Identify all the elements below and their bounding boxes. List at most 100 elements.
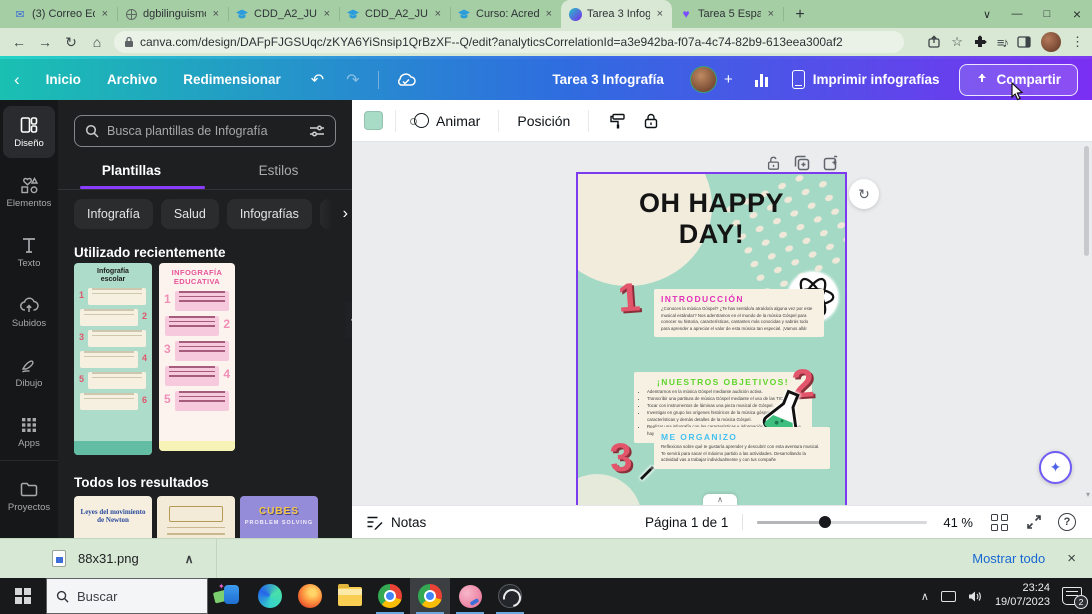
tabstrip-chevron-icon[interactable]: ∨ (972, 0, 1002, 28)
tab-correo[interactable]: ✉ (3) Correo Educa × (6, 0, 118, 28)
tab-plantillas[interactable]: Plantillas (58, 158, 205, 188)
window-restore-button[interactable]: □ (1032, 0, 1062, 28)
bookmark-star-icon[interactable]: ☆ (951, 34, 963, 50)
url-field[interactable]: canva.com/design/DAFpFJGSUqc/zKYA6YiSnsi… (114, 31, 904, 53)
reload-icon[interactable]: ↻ (58, 34, 84, 51)
download-options-icon[interactable]: ∧ (185, 552, 194, 566)
canvas-scrollbar[interactable] (1084, 146, 1089, 256)
sidebar-item-diseno[interactable]: Diseño (3, 106, 55, 158)
new-tab-button[interactable]: + (787, 2, 813, 28)
add-comment-button[interactable]: ↻ (849, 179, 879, 209)
add-member-icon[interactable]: + (724, 71, 733, 88)
menu-archivo[interactable]: Archivo (107, 72, 157, 87)
sidebar-item-elementos[interactable]: Elementos (3, 166, 55, 218)
canvas-area[interactable]: ↻ OH HAPPY DAY! 1 INTRODUCCIÓN ¿Conoces … (352, 142, 1092, 505)
position-button[interactable]: Posición (511, 113, 576, 129)
chrome-active-app-icon[interactable] (410, 578, 450, 614)
reading-list-icon[interactable]: ≡♪ (997, 35, 1009, 50)
tab-close-icon[interactable]: × (100, 8, 110, 20)
intro-card[interactable]: INTRODUCCIÓN ¿Conoces la música Góspel? … (654, 289, 824, 338)
edge-app-icon[interactable] (250, 578, 290, 614)
tab-close-icon[interactable]: × (433, 8, 443, 20)
browser-profile-avatar[interactable] (1041, 32, 1061, 52)
file-explorer-app-icon[interactable] (330, 578, 370, 614)
organize-card[interactable]: ME ORGANIZO Reflexiona sobre qué te gust… (654, 427, 830, 469)
lock-element-icon[interactable] (643, 112, 659, 130)
animate-button[interactable]: Animar (408, 113, 486, 129)
sidebar-item-subidos[interactable]: Subidos (3, 286, 55, 338)
obs-app-icon[interactable] (490, 578, 530, 614)
firefox-app-icon[interactable] (290, 578, 330, 614)
user-avatar[interactable] (689, 66, 717, 93)
filters-icon[interactable] (309, 124, 325, 138)
toolbar-collapse-handle[interactable]: ∧ (703, 494, 737, 505)
grid-view-icon[interactable] (991, 513, 1008, 531)
tab-close-icon[interactable]: × (211, 8, 221, 20)
template-thumb-educativa[interactable]: INFOGRAFÍA EDUCATIVA 1 2 3 4 5 (159, 263, 235, 451)
tab-close-icon[interactable]: × (766, 8, 776, 20)
sidebar-item-dibujo[interactable]: Dibujo (3, 346, 55, 398)
tab-curso[interactable]: Curso: Acredita × (450, 0, 562, 28)
tab-close-icon[interactable]: × (322, 8, 332, 20)
chip-infografia[interactable]: Infografía (74, 199, 153, 229)
tab-close-icon[interactable]: × (544, 8, 554, 20)
template-thumb-tabla[interactable] (157, 496, 235, 538)
download-bar-close-icon[interactable]: × (1067, 550, 1076, 567)
canva-assistant-button[interactable]: ✦ (1039, 451, 1072, 484)
design-page[interactable]: OH HAPPY DAY! 1 INTRODUCCIÓN ¿Conoces la… (576, 172, 847, 505)
tab-dgbilinguismo[interactable]: dgbilinguismoyc × (117, 0, 229, 28)
back-icon[interactable]: ← (6, 34, 32, 50)
tab-tarea3-active[interactable]: Tarea 3 Infografí × (561, 0, 672, 28)
sidebar-item-texto[interactable]: Texto (3, 226, 55, 278)
tray-expand-icon[interactable]: ∧ (921, 590, 929, 603)
fullscreen-icon[interactable] (1026, 514, 1042, 530)
taskbar-clock[interactable]: 23:24 19/07/2023 (995, 582, 1050, 610)
forward-icon[interactable]: → (32, 34, 58, 50)
add-page-icon[interactable] (823, 155, 839, 171)
menu-inicio[interactable]: Inicio (46, 72, 81, 87)
template-thumb-newton[interactable]: Leyes del movimiento de Newton (74, 496, 152, 538)
notifications-icon[interactable]: 2 (1062, 587, 1088, 609)
chip-infografias[interactable]: Infografías (226, 199, 312, 229)
sidebar-item-apps[interactable]: Apps (3, 406, 55, 458)
duplicate-page-icon[interactable] (794, 155, 810, 171)
home-icon[interactable]: ⌂ (84, 34, 110, 50)
zoom-slider[interactable] (757, 516, 928, 528)
volume-icon[interactable] (968, 590, 983, 603)
template-search-input[interactable]: Busca plantillas de Infografía (74, 115, 336, 147)
show-all-downloads-link[interactable]: Mostrar todo (972, 551, 1045, 566)
redo-icon[interactable]: ↷ (346, 70, 359, 90)
download-filename[interactable]: 88x31.png (78, 551, 139, 566)
taskbar-search-input[interactable]: Buscar (46, 578, 208, 614)
window-minimize-button[interactable]: — (1002, 0, 1032, 28)
fill-color-swatch[interactable] (364, 111, 383, 130)
back-home-icon[interactable]: ‹ (14, 70, 20, 90)
unlock-page-icon[interactable] (766, 155, 781, 171)
tab-estilos[interactable]: Estilos (205, 158, 352, 188)
tab-cdd-1[interactable]: CDD_A2_JULIO2 × (228, 0, 340, 28)
print-infographics-button[interactable]: Imprimir infografías (813, 72, 940, 87)
zoom-slider-knob[interactable] (818, 516, 831, 528)
copy-style-roller-icon[interactable] (609, 112, 627, 130)
zoom-percent[interactable]: 41 % (943, 515, 973, 530)
insights-chart-icon[interactable] (754, 73, 768, 87)
paint-app-icon[interactable] (450, 578, 490, 614)
sidebar-item-proyectos[interactable]: Proyectos (3, 470, 55, 522)
undo-icon[interactable]: ↶ (311, 70, 324, 90)
share-page-icon[interactable] (927, 35, 941, 49)
menu-redimensionar[interactable]: Redimensionar (183, 72, 281, 87)
section-number-3[interactable]: 3 (608, 435, 633, 481)
page-title[interactable]: OH HAPPY DAY! (578, 188, 845, 250)
help-button[interactable]: ? (1058, 513, 1076, 531)
extensions-puzzle-icon[interactable] (973, 35, 987, 49)
document-title[interactable]: Tarea 3 Infografía (552, 72, 664, 87)
template-thumb-escolar[interactable]: Infografía escolar 1 2 3 4 5 6 (74, 263, 152, 455)
section-number-1[interactable]: 1 (616, 275, 641, 321)
tab-close-icon[interactable]: × (655, 8, 665, 20)
template-thumb-cubes[interactable]: CUBES PROBLEM SOLVING (240, 496, 318, 538)
widgets-icon[interactable]: ✦ (208, 578, 250, 614)
display-tray-icon[interactable] (940, 590, 956, 602)
chrome-app-icon[interactable] (370, 578, 410, 614)
scrollbar-down-icon[interactable]: ▾ (1086, 490, 1090, 499)
browser-menu-icon[interactable]: ⋮ (1071, 34, 1084, 50)
